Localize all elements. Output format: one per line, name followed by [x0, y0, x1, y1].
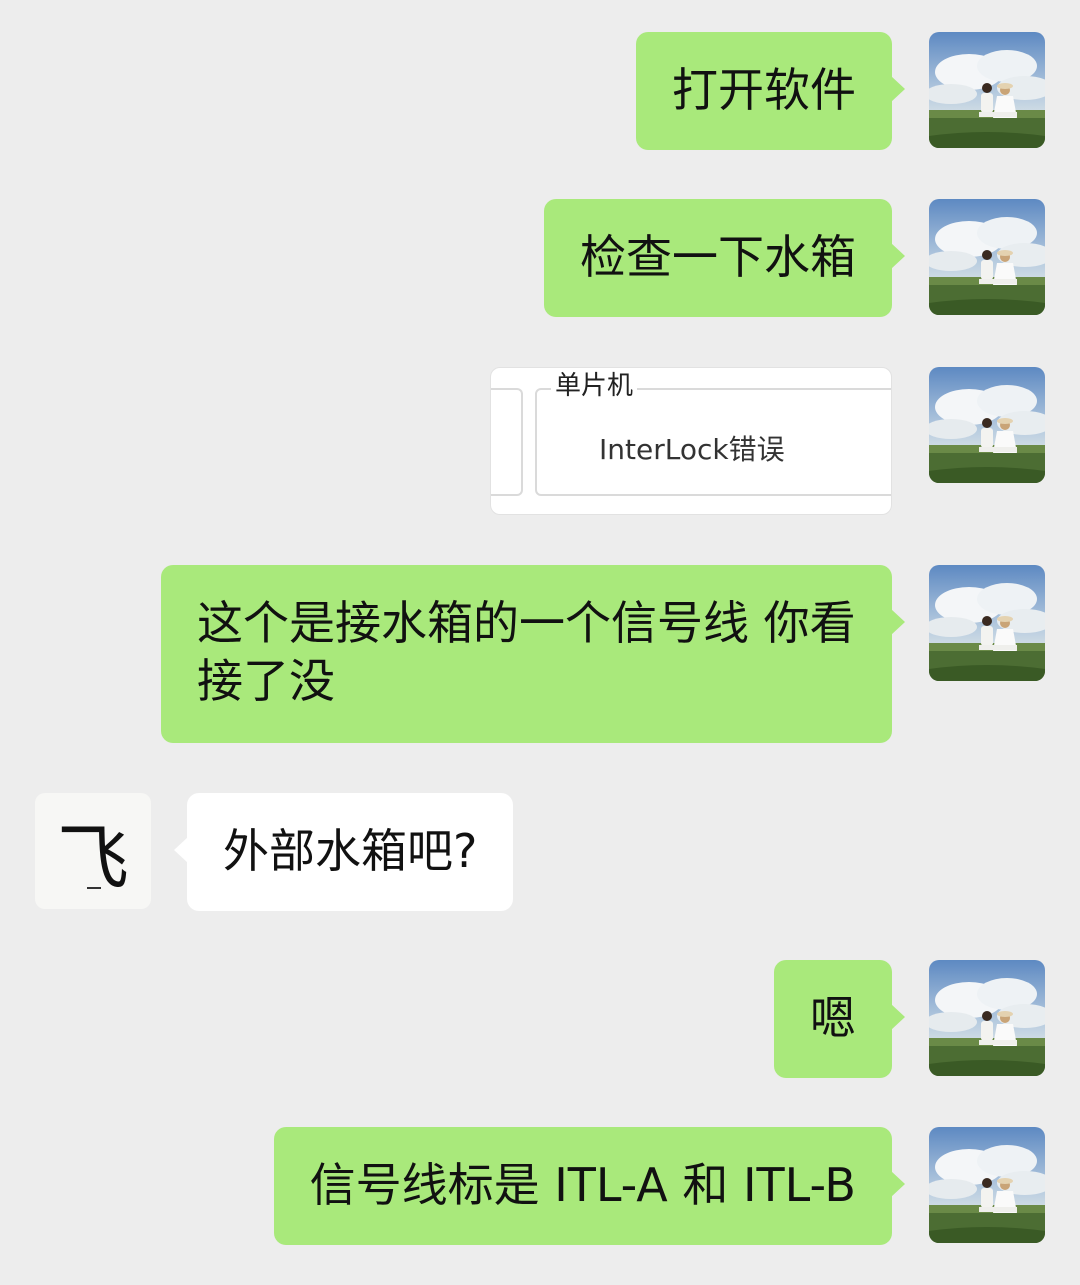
couple-photo-avatar-icon [929, 199, 1045, 315]
my-avatar[interactable] [929, 960, 1045, 1076]
message-bubble[interactable]: 外部水箱吧? [173, 793, 514, 911]
my-avatar[interactable] [929, 367, 1045, 483]
dialog-frame-edge [491, 388, 523, 496]
message-text: 打开软件 [672, 63, 856, 117]
message-text: 外部水箱吧? [223, 824, 478, 878]
couple-photo-avatar-icon [929, 1127, 1045, 1243]
message-text: 这个是接水箱的一个信号线 你看接了没 [197, 596, 856, 708]
my-avatar[interactable] [929, 199, 1045, 315]
message-bubble[interactable]: 检查一下水箱 [544, 199, 905, 317]
my-avatar[interactable] [929, 565, 1045, 681]
message-bubble[interactable]: 信号线标是 ITL-A 和 ITL-B [273, 1127, 906, 1245]
my-avatar[interactable] [929, 1127, 1045, 1243]
couple-photo-avatar-icon [929, 367, 1045, 483]
message-bubble[interactable]: 这个是接水箱的一个信号线 你看接了没 [161, 565, 905, 743]
message-text: 嗯 [810, 991, 856, 1045]
couple-photo-avatar-icon [929, 565, 1045, 681]
calligraphy-avatar-icon: 飞 [56, 815, 129, 900]
my-avatar[interactable] [929, 32, 1045, 148]
message-text: 信号线标是 ITL-A 和 ITL-B [309, 1158, 856, 1212]
contact-avatar[interactable]: 飞 [35, 793, 151, 909]
groupbox-title: 单片机 [551, 370, 638, 402]
image-message[interactable]: 单片机 InterLock错误 [490, 367, 892, 515]
message-bubble[interactable]: 打开软件 [636, 32, 905, 150]
error-text: InterLock错误 [599, 433, 785, 466]
message-bubble[interactable]: 嗯 [774, 960, 905, 1078]
couple-photo-avatar-icon [929, 32, 1045, 148]
avatar-underline [87, 887, 101, 889]
couple-photo-avatar-icon [929, 960, 1045, 1076]
message-text: 检查一下水箱 [580, 230, 856, 284]
